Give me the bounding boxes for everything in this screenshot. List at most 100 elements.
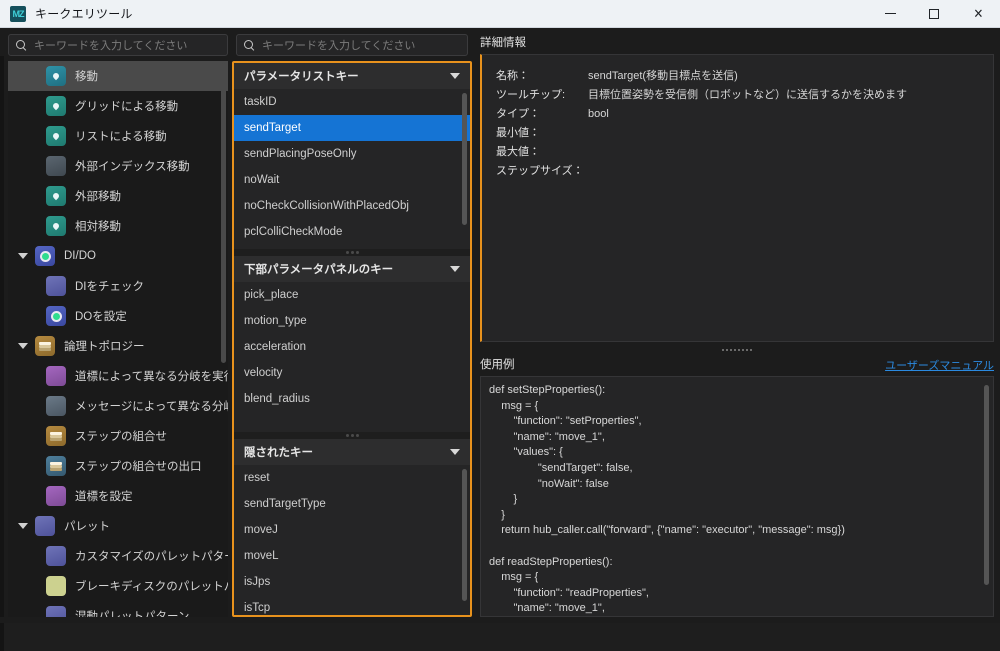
tree-item-15[interactable]: パレット xyxy=(8,511,228,541)
key-list-item[interactable]: isTcp xyxy=(234,595,470,617)
splitter-grip-icon xyxy=(351,434,354,437)
tree-item-18[interactable]: 混動パレットパターン xyxy=(8,601,228,617)
tree-item-2[interactable]: リストによる移動 xyxy=(8,121,228,151)
tree-item-label: 論理トポロジー xyxy=(64,338,145,354)
di-do-group-icon xyxy=(35,246,55,266)
branch-by-message-icon xyxy=(46,396,66,416)
detail-row-key: 名称： xyxy=(496,67,588,86)
key-list-item[interactable]: noCheckCollisionWithPlacedObj xyxy=(234,193,470,219)
key-list-item[interactable]: pclColliCheckMode xyxy=(234,219,470,245)
tree-item-12[interactable]: ステップの組合せ xyxy=(8,421,228,451)
key-list-item[interactable]: noWait xyxy=(234,167,470,193)
usage-code-text: def setStepProperties(): msg = { "functi… xyxy=(489,383,993,617)
step-combination-icon xyxy=(46,426,66,446)
step-combination-exit-icon xyxy=(46,456,66,476)
location-pin-icon xyxy=(52,132,60,140)
minimize-button[interactable] xyxy=(868,0,912,28)
chevron-down-icon[interactable] xyxy=(450,266,460,272)
detail-row: ツールチップ:目標位置姿勢を受信側（ロボットなど）に送信するかを決めます xyxy=(496,86,993,105)
tree-item-7[interactable]: DIをチェック xyxy=(8,271,228,301)
tree-item-13[interactable]: ステップの組合せの出口 xyxy=(8,451,228,481)
splitter-grip-icon xyxy=(356,251,359,254)
tree-item-16[interactable]: カスタマイズのパレットパターン xyxy=(8,541,228,571)
key-list-scrollbar[interactable] xyxy=(462,93,467,225)
tree-item-label: ステップの組合せ xyxy=(75,428,167,444)
key-list-item[interactable]: blend_radius xyxy=(234,386,470,412)
brake-disc-pallet-pattern-icon xyxy=(46,576,66,596)
key-list-item[interactable]: taskID xyxy=(234,89,470,115)
key-list-item[interactable]: sendTargetType xyxy=(234,491,470,517)
key-section-header-2[interactable]: 隠されたキー xyxy=(234,439,470,465)
chevron-down-icon[interactable] xyxy=(18,253,28,259)
detail-usage-splitter[interactable] xyxy=(480,346,994,354)
tree-item-label: グリッドによる移動 xyxy=(75,98,178,114)
key-list-item[interactable]: velocity xyxy=(234,360,470,386)
close-icon: ✕ xyxy=(973,7,983,20)
key-section-header-1[interactable]: 下部パラメータパネルのキー xyxy=(234,256,470,282)
tree-item-5[interactable]: 相対移動 xyxy=(8,211,228,241)
key-list-item[interactable]: motion_type xyxy=(234,308,470,334)
tree-item-8[interactable]: DOを設定 xyxy=(8,301,228,331)
detail-row: タイプ：bool xyxy=(496,105,993,124)
key-section-splitter[interactable] xyxy=(234,432,470,439)
key-list-2[interactable]: resetsendTargetTypemoveJmoveLisJpsisTcp xyxy=(234,465,470,617)
relative-move-icon xyxy=(46,216,66,236)
detail-and-usage-panel: 詳細情報 名称：sendTarget(移動目標点を送信)ツールチップ:目標位置姿… xyxy=(480,34,994,617)
tree-item-label: 相対移動 xyxy=(75,218,121,234)
key-list-item[interactable]: isJps xyxy=(234,569,470,595)
detail-row-value: 目標位置姿勢を受信側（ロボットなど）に送信するかを決めます xyxy=(588,86,907,105)
key-section-header-0[interactable]: パラメータリストキー xyxy=(234,63,470,89)
tree-item-4[interactable]: 外部移動 xyxy=(8,181,228,211)
app-logo-icon: MZ xyxy=(10,6,26,22)
splitter-grip-icon xyxy=(346,251,349,254)
maximize-button[interactable] xyxy=(912,0,956,28)
tree-item-label: 道標を設定 xyxy=(75,488,133,504)
key-list-item[interactable]: moveL xyxy=(234,543,470,569)
tree-item-3[interactable]: 外部インデックス移動 xyxy=(8,151,228,181)
chevron-down-icon[interactable] xyxy=(18,523,28,529)
key-list-item[interactable]: moveJ xyxy=(234,517,470,543)
chevron-down-icon[interactable] xyxy=(18,343,28,349)
window-bottom-strip xyxy=(0,617,1000,623)
close-button[interactable]: ✕ xyxy=(956,0,1000,28)
key-list-item[interactable]: sendTarget xyxy=(234,115,470,141)
tree-item-label: 混動パレットパターン xyxy=(75,608,189,617)
tree-item-6[interactable]: DI/DO xyxy=(8,241,228,271)
key-list-item[interactable]: pick_place xyxy=(234,282,470,308)
key-list-item[interactable]: reset xyxy=(234,465,470,491)
step-tree-list[interactable]: 移動グリッドによる移動リストによる移動外部インデックス移動外部移動相対移動 DI/… xyxy=(8,61,228,617)
mixed-pallet-pattern-icon xyxy=(46,606,66,617)
usage-code-box[interactable]: def setStepProperties(): msg = { "functi… xyxy=(480,376,994,617)
key-search-input[interactable]: キーワードを入力してください xyxy=(236,34,468,56)
usage-header: 使用例 ユーザーズマニュアル xyxy=(480,356,994,374)
tree-item-label: DOを設定 xyxy=(75,308,127,324)
chevron-down-icon[interactable] xyxy=(450,73,460,79)
tree-item-11[interactable]: メッセージによって異なる分岐を実行 xyxy=(8,391,228,421)
search-icon xyxy=(15,39,28,52)
key-list-0[interactable]: taskIDsendTargetsendPlacingPoseOnlynoWai… xyxy=(234,89,470,249)
tree-item-0[interactable]: 移動 xyxy=(8,61,228,91)
key-list-item[interactable]: acceleration xyxy=(234,334,470,360)
detail-row-key: 最大値： xyxy=(496,143,588,162)
key-section-splitter[interactable] xyxy=(234,249,470,256)
detail-row: 最小値： xyxy=(496,124,993,143)
layers-icon xyxy=(50,432,62,441)
tree-item-17[interactable]: ブレーキディスクのパレットパターン xyxy=(8,571,228,601)
user-manual-link[interactable]: ユーザーズマニュアル xyxy=(885,357,994,373)
tree-item-label: カスタマイズのパレットパターン xyxy=(75,548,228,564)
tree-item-14[interactable]: 道標を設定 xyxy=(8,481,228,511)
tree-item-1[interactable]: グリッドによる移動 xyxy=(8,91,228,121)
key-list-1[interactable]: pick_placemotion_typeaccelerationvelocit… xyxy=(234,282,470,432)
tree-search-input[interactable]: キーワードを入力してください xyxy=(8,34,228,56)
tree-scrollbar[interactable] xyxy=(221,63,226,363)
tree-item-label: 外部インデックス移動 xyxy=(75,158,190,174)
detail-row-value: sendTarget(移動目標点を送信) xyxy=(588,67,738,86)
usage-section-title: 使用例 xyxy=(480,356,515,374)
key-list-item[interactable]: sendPlacingPoseOnly xyxy=(234,141,470,167)
key-list-scrollbar[interactable] xyxy=(462,469,467,601)
tree-item-10[interactable]: 道標によって異なる分岐を実行 xyxy=(8,361,228,391)
tree-item-9[interactable]: 論理トポロジー xyxy=(8,331,228,361)
code-scrollbar[interactable] xyxy=(984,385,989,585)
chevron-down-icon[interactable] xyxy=(450,449,460,455)
step-tree-panel: キーワードを入力してください 移動グリッドによる移動リストによる移動外部インデッ… xyxy=(8,34,228,617)
